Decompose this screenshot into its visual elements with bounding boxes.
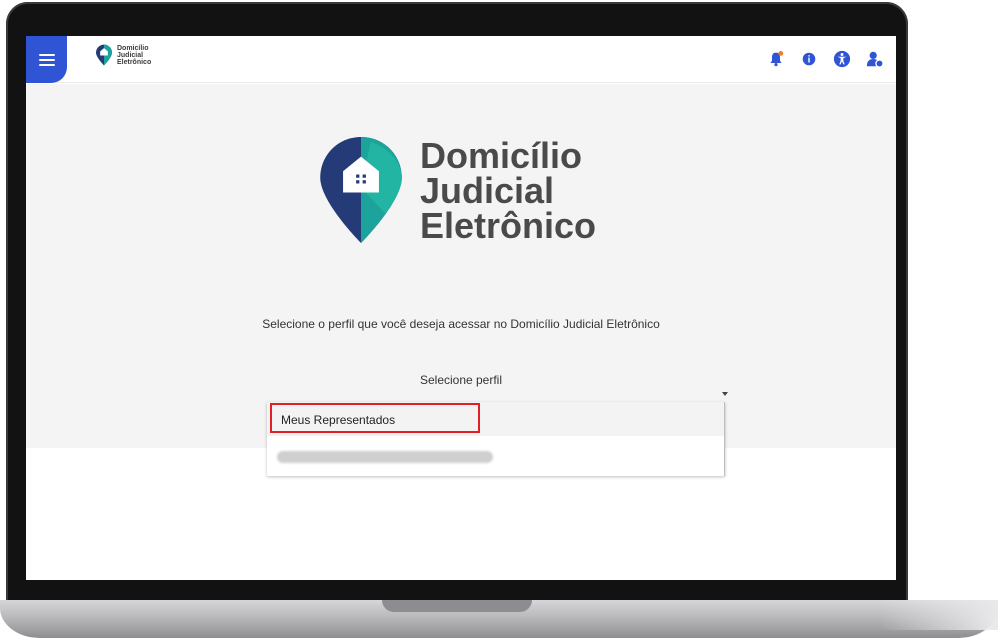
dropdown-scroll-edge: [724, 402, 725, 476]
accessibility-button[interactable]: [833, 50, 851, 68]
brand-line-1: Domicílio: [420, 134, 583, 176]
location-pin-icon: [96, 44, 112, 66]
info-button[interactable]: [800, 50, 818, 68]
redacted-profile-option[interactable]: [277, 451, 493, 463]
profile-dropdown: Meus Representados: [267, 402, 725, 476]
header-actions: [767, 50, 884, 68]
main-content: Domicílio Judicial Eletrônico Selecione …: [26, 84, 896, 476]
user-profile-button[interactable]: [866, 50, 884, 68]
brand-name: Domicílio Judicial Eletrônico: [420, 134, 597, 246]
header-logo-line-2: Judicial: [117, 51, 144, 59]
notifications-button[interactable]: [767, 50, 785, 68]
app-screen: Domicílio Judicial Eletrônico Domicílio …: [26, 36, 896, 580]
brand-line-3: Eletrônico: [420, 204, 597, 246]
menu-icon: [38, 53, 55, 56]
profile-prompt: Selecione o perfil que você deseja acess…: [262, 317, 660, 331]
profile-option-meus-representados[interactable]: Meus Representados: [267, 402, 725, 436]
bell-icon: [770, 51, 784, 67]
profile-select-label: Selecione perfil: [419, 373, 503, 387]
user-icon: [866, 51, 884, 68]
caret-down-icon[interactable]: [722, 392, 728, 396]
header-logo[interactable]: Domicílio Judicial Eletrônico: [96, 44, 151, 66]
accessibility-icon: [833, 50, 851, 68]
location-pin-logo-icon: [320, 137, 402, 243]
top-bar: Domicílio Judicial Eletrônico: [26, 36, 896, 83]
laptop-frame: Domicílio Judicial Eletrônico Domicílio …: [6, 2, 908, 608]
info-icon: [802, 52, 816, 66]
highlight-annotation: [270, 403, 480, 433]
menu-button[interactable]: [26, 36, 67, 83]
laptop-notch: [382, 600, 532, 612]
brand-logo: Domicílio Judicial Eletrônico: [320, 137, 596, 243]
header-logo-line-1: Domicílio: [117, 44, 149, 52]
brand-line-2: Judicial: [420, 169, 555, 211]
header-logo-line-3: Eletrônico: [117, 58, 152, 66]
